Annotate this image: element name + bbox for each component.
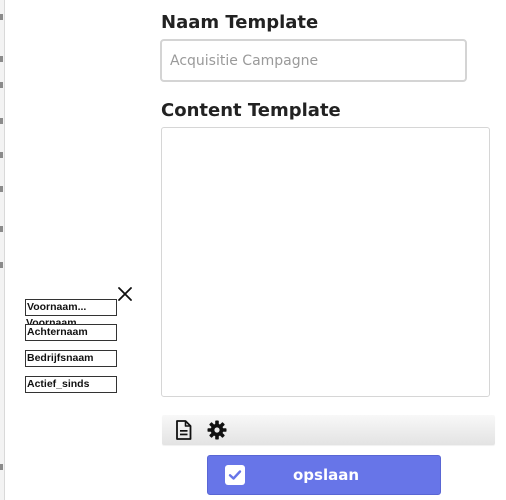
edge-mark [0,186,3,192]
variable-chip-achternaam[interactable]: Achternaam [25,324,117,341]
edge-mark [0,262,3,268]
edge-mark [0,152,3,158]
content-template-editor[interactable] [161,127,490,397]
variable-chip-bedrijfsnaam[interactable]: Bedrijfsnaam [25,350,117,367]
edge-mark [0,14,3,20]
close-icon[interactable] [117,286,133,302]
edge-mark [0,118,3,124]
variable-chip-voornaam[interactable]: Voornaam... [25,299,117,316]
editor-toolbar [162,415,495,445]
gear-icon[interactable] [206,419,228,441]
name-template-label: Naam Template [161,12,319,33]
template-name-input[interactable] [160,39,467,82]
content-template-label: Content Template [161,100,341,121]
edge-mark [0,464,3,470]
save-button-label: opslaan [292,466,360,484]
left-panel-edge [0,0,5,500]
edge-mark [0,82,3,88]
variable-chip-actief-sinds[interactable]: Actief_sinds [25,376,117,393]
save-button[interactable]: opslaan [207,455,441,495]
edge-mark [0,226,3,232]
document-icon[interactable] [172,419,194,441]
edge-mark [0,56,3,62]
